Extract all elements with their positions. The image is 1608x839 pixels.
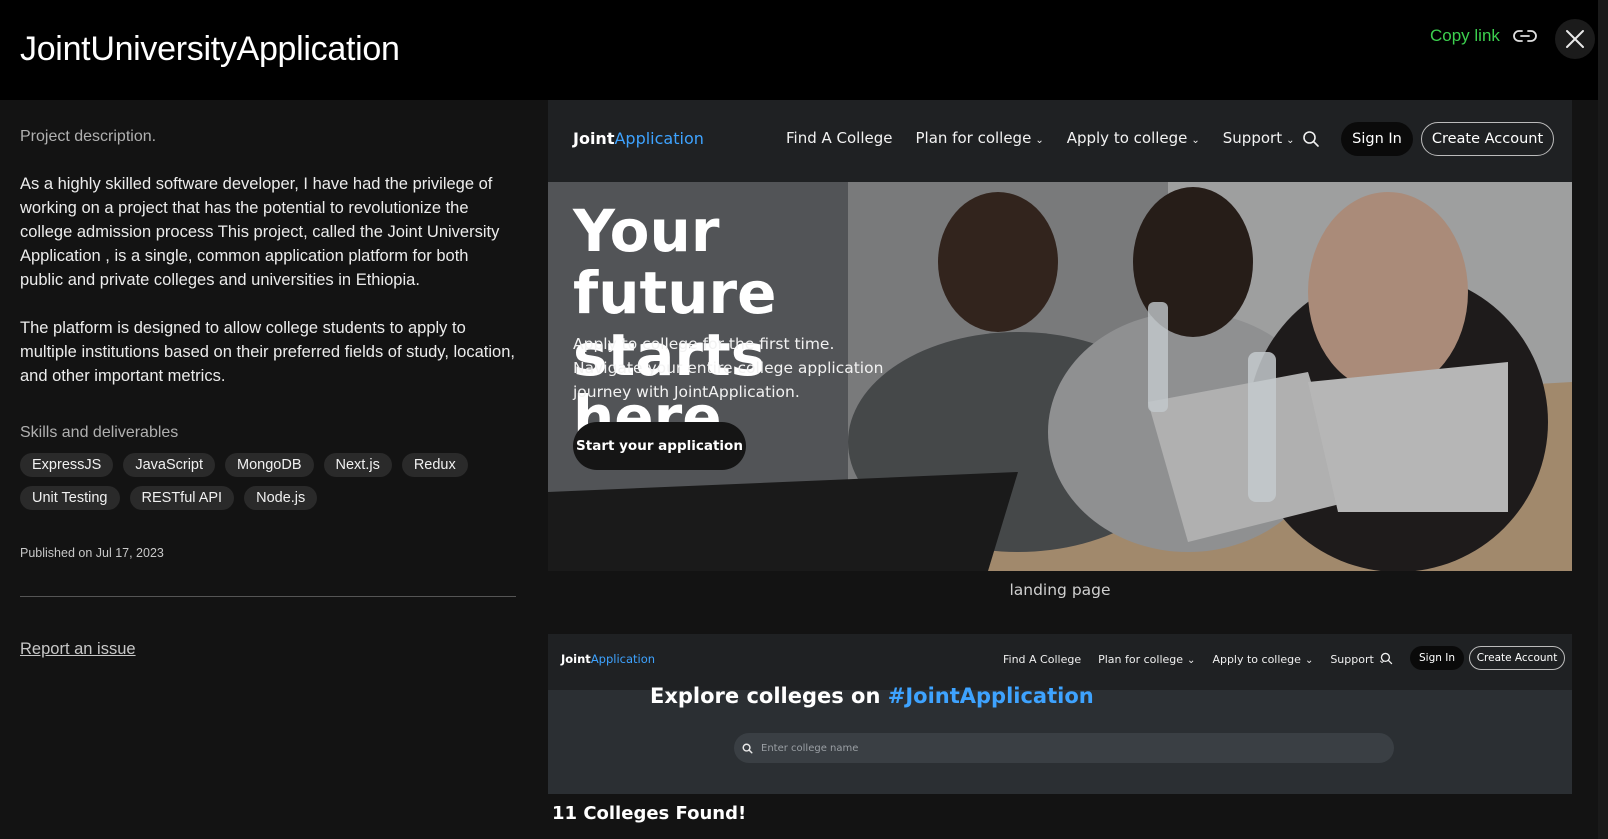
modal-header: JointUniversityApplication Copy link bbox=[0, 0, 1608, 100]
skill-chip[interactable]: Unit Testing bbox=[20, 486, 120, 510]
divider bbox=[20, 596, 516, 597]
search-icon bbox=[742, 742, 753, 754]
skill-chip[interactable]: JavaScript bbox=[123, 453, 216, 477]
skill-chip[interactable]: Node.js bbox=[244, 486, 318, 510]
nav-support[interactable]: Support ⌄ bbox=[1223, 129, 1295, 147]
link-icon bbox=[1512, 27, 1538, 45]
site-logo: JointApplication bbox=[561, 652, 656, 666]
nav-support[interactable]: Support ⌄ bbox=[1330, 653, 1386, 666]
chevron-down-icon: ⌄ bbox=[1286, 135, 1295, 146]
nav-find-college[interactable]: Find A College bbox=[786, 129, 893, 147]
chevron-down-icon: ⌄ bbox=[1035, 135, 1044, 146]
description-heading: Project description. bbox=[20, 128, 157, 145]
skill-chip[interactable]: Redux bbox=[401, 453, 468, 477]
search-icon[interactable] bbox=[1302, 130, 1320, 153]
hero-banner: Your future starts here Apply to college… bbox=[548, 182, 1572, 571]
skills-heading: Skills and deliverables bbox=[20, 424, 179, 441]
hero-title: Your future starts here bbox=[573, 197, 777, 451]
explore-page-screenshot: JointApplication Find A College Plan for… bbox=[548, 634, 1572, 794]
sign-in-button[interactable]: Sign In bbox=[1410, 646, 1464, 670]
page-title: JointUniversityApplication bbox=[20, 30, 400, 68]
college-search-bar bbox=[734, 733, 1394, 763]
hero-subtitle: Apply to college for the first time. Nav… bbox=[573, 335, 884, 401]
site-navbar: JointApplication Find A College Plan for… bbox=[548, 634, 1572, 690]
results-count: 11 Colleges Found! bbox=[552, 803, 747, 824]
chevron-down-icon: ⌄ bbox=[1191, 135, 1200, 146]
nav-apply-college[interactable]: Apply to college ⌄ bbox=[1067, 129, 1200, 147]
landing-page-screenshot: JointApplication Find A College Plan for… bbox=[548, 100, 1572, 571]
explore-heading: Explore colleges on #JointApplication bbox=[650, 684, 1094, 708]
create-account-button[interactable]: Create Account bbox=[1469, 646, 1565, 670]
close-button[interactable] bbox=[1555, 19, 1595, 59]
site-logo: JointApplication bbox=[573, 129, 704, 148]
start-application-button[interactable]: Start your application bbox=[573, 422, 746, 470]
skill-chip[interactable]: Next.js bbox=[323, 453, 392, 477]
nav-plan-college[interactable]: Plan for college ⌄ bbox=[916, 129, 1044, 147]
create-account-button[interactable]: Create Account bbox=[1421, 122, 1554, 156]
image-caption: landing page bbox=[1009, 581, 1111, 599]
copy-link-label: Copy link bbox=[1430, 26, 1500, 45]
skill-chip[interactable]: MongoDB bbox=[225, 453, 314, 477]
chevron-down-icon: ⌄ bbox=[1304, 655, 1314, 666]
copy-link-button[interactable]: Copy link bbox=[1430, 26, 1538, 46]
project-gallery: JointApplication Find A College Plan for… bbox=[548, 100, 1572, 839]
nav-find-college[interactable]: Find A College bbox=[1003, 653, 1081, 666]
search-icon[interactable] bbox=[1380, 652, 1393, 670]
site-nav-links: Find A College Plan for college ⌄ Apply t… bbox=[786, 129, 1294, 147]
scrollbar[interactable] bbox=[1598, 0, 1608, 839]
college-search-input[interactable] bbox=[761, 742, 1361, 754]
sign-in-button[interactable]: Sign In bbox=[1341, 122, 1413, 156]
skill-chip[interactable]: ExpressJS bbox=[20, 453, 114, 477]
site-nav-links: Find A College Plan for college ⌄ Apply t… bbox=[1003, 653, 1386, 666]
nav-apply-college[interactable]: Apply to college ⌄ bbox=[1212, 653, 1313, 666]
skill-chip[interactable]: RESTful API bbox=[129, 486, 235, 510]
nav-plan-college[interactable]: Plan for college ⌄ bbox=[1098, 653, 1195, 666]
chevron-down-icon: ⌄ bbox=[1187, 655, 1196, 666]
description-paragraph: The platform is designed to allow colleg… bbox=[20, 319, 515, 385]
site-navbar: JointApplication Find A College Plan for… bbox=[548, 100, 1572, 182]
close-icon bbox=[1566, 30, 1584, 48]
report-issue-link[interactable]: Report an issue bbox=[20, 640, 136, 659]
skills-list: ExpressJS JavaScript MongoDB Next.js Red… bbox=[20, 453, 500, 510]
published-date: Published on Jul 17, 2023 bbox=[20, 546, 164, 560]
description-paragraph: As a highly skilled software developer, … bbox=[20, 175, 500, 289]
